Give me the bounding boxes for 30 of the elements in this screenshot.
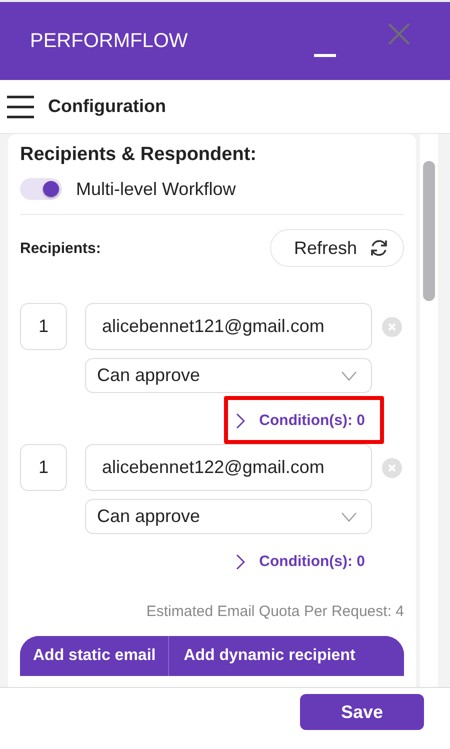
email-field[interactable]: alicebennet121@gmail.com	[85, 303, 372, 350]
recipients-label: Recipients:	[20, 240, 101, 256]
permission-dropdown[interactable]: Can approve	[85, 358, 372, 393]
chevron-down-icon	[341, 512, 357, 522]
close-icon[interactable]	[388, 23, 410, 45]
chevron-right-icon	[236, 412, 246, 428]
permission-dropdown[interactable]: Can approve	[85, 499, 372, 534]
menu-icon[interactable]	[7, 94, 34, 118]
save-button[interactable]: Save	[300, 694, 424, 730]
order-field[interactable]: 1	[20, 303, 67, 350]
remove-icon[interactable]	[382, 316, 402, 336]
section-title: Recipients & Respondent:	[20, 144, 258, 166]
conditions-count: Condition(s): 0	[259, 412, 365, 429]
conditions-link[interactable]: Condition(s): 0	[224, 396, 384, 444]
chevron-right-icon	[236, 554, 246, 570]
remove-icon[interactable]	[382, 458, 402, 478]
conditions-count: Condition(s): 0	[259, 553, 365, 570]
workflow-toggle[interactable]	[20, 178, 62, 200]
refresh-button[interactable]: Refresh	[270, 229, 404, 267]
email-field[interactable]: alicebennet122@gmail.com	[85, 444, 372, 491]
refresh-icon	[369, 238, 389, 258]
toggle-label: Multi-level Workflow	[76, 178, 236, 200]
order-field[interactable]: 1	[20, 444, 67, 491]
scrollbar[interactable]	[420, 134, 438, 687]
app-title: PERFORMFLOW	[30, 30, 189, 52]
quota-text: Estimated Email Quota Per Request: 4	[145, 603, 404, 620]
conditions-link[interactable]: Condition(s): 0	[224, 537, 384, 585]
chevron-down-icon	[341, 370, 357, 380]
page-title: Configuration	[48, 96, 166, 117]
add-recipient-button[interactable]: Add dynamic recipient	[168, 636, 404, 676]
